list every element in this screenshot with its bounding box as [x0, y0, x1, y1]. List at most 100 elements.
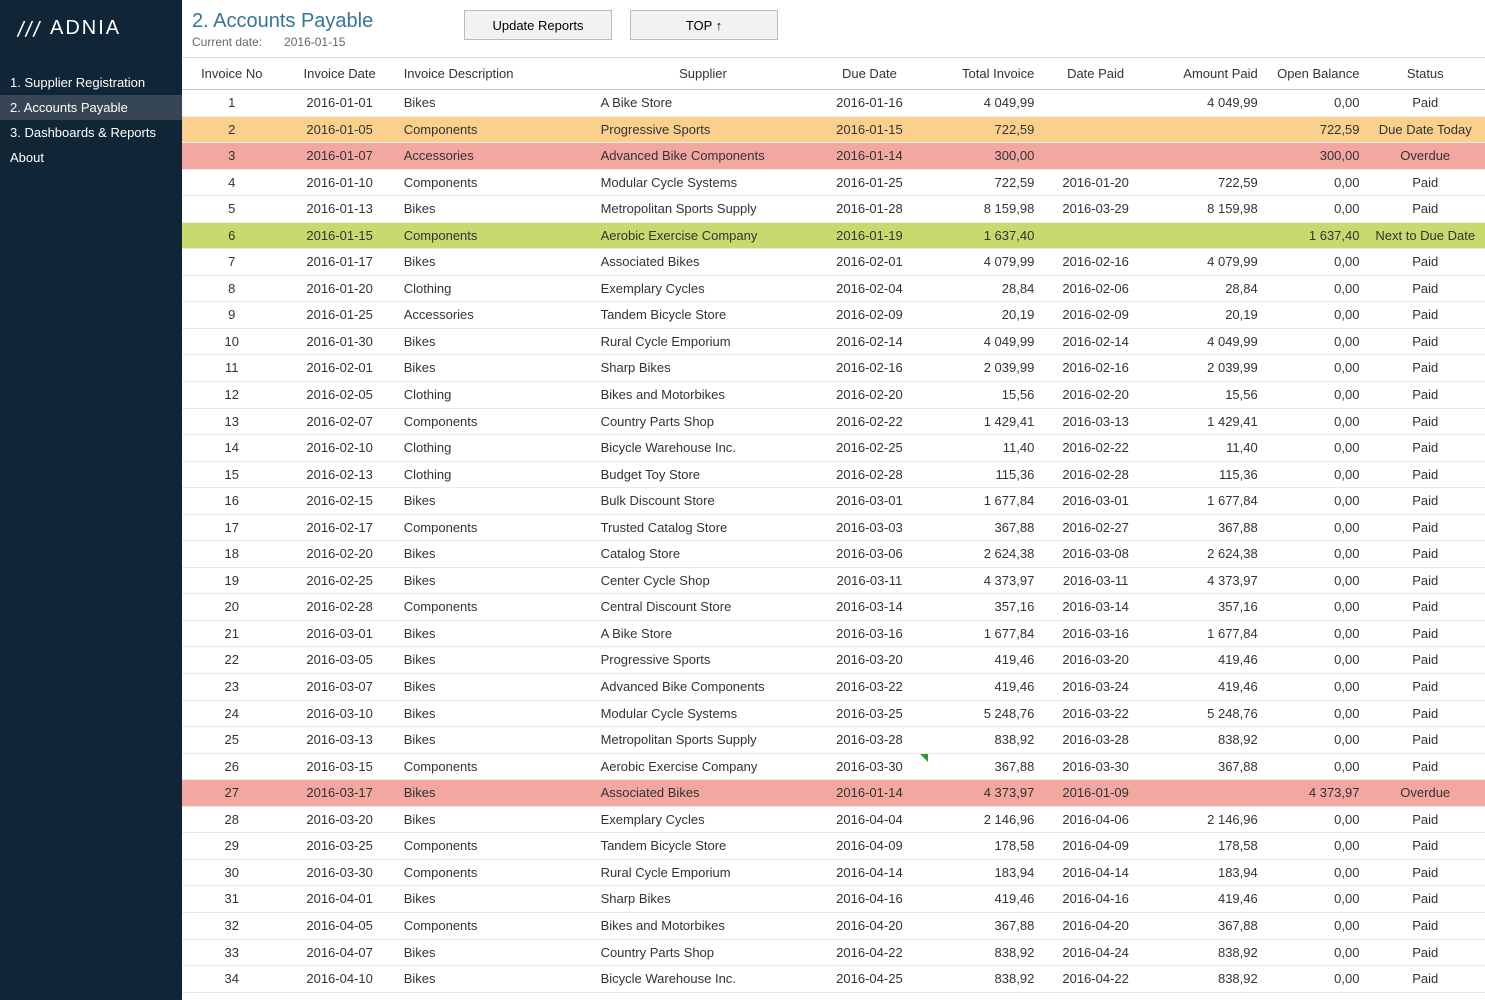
table-row[interactable]: 42016-01-10ComponentsModular Cycle Syste… [182, 169, 1485, 196]
cell-open[interactable]: 0,00 [1264, 567, 1366, 594]
cell-due[interactable]: 2016-02-20 [811, 382, 927, 409]
cell-due[interactable]: 2016-04-20 [811, 912, 927, 939]
cell-open[interactable]: 0,00 [1264, 647, 1366, 674]
cell-no[interactable]: 13 [182, 408, 282, 435]
cell-open[interactable]: 0,00 [1264, 674, 1366, 701]
cell-due[interactable]: 2016-02-16 [811, 355, 927, 382]
cell-open[interactable]: 0,00 [1264, 912, 1366, 939]
cell-supp[interactable]: Metropolitan Sports Supply [595, 196, 812, 223]
cell-supp[interactable]: Country Parts Shop [595, 408, 812, 435]
cell-amtp[interactable]: 357,16 [1151, 594, 1264, 621]
table-row[interactable]: 122016-02-05ClothingBikes and Motorbikes… [182, 382, 1485, 409]
cell-paidd[interactable]: 2016-03-30 [1040, 753, 1151, 780]
cell-open[interactable]: 0,00 [1264, 169, 1366, 196]
cell-open[interactable]: 0,00 [1264, 249, 1366, 276]
cell-no[interactable]: 29 [182, 833, 282, 860]
cell-amtp[interactable]: 367,88 [1151, 753, 1264, 780]
cell-desc[interactable]: Components [398, 514, 595, 541]
cell-no[interactable]: 3 [182, 143, 282, 170]
cell-no[interactable]: 15 [182, 461, 282, 488]
table-row[interactable]: 12016-01-01BikesA Bike Store2016-01-164 … [182, 90, 1485, 117]
col-header-9[interactable]: Status [1365, 58, 1485, 90]
cell-amtp[interactable] [1151, 780, 1264, 807]
cell-supp[interactable]: Progressive Sports [595, 647, 812, 674]
col-header-8[interactable]: Open Balance [1264, 58, 1366, 90]
cell-desc[interactable]: Bikes [398, 647, 595, 674]
cell-amtp[interactable]: 367,88 [1151, 514, 1264, 541]
cell-stat[interactable]: Paid [1365, 514, 1485, 541]
table-row[interactable]: 112016-02-01BikesSharp Bikes2016-02-162 … [182, 355, 1485, 382]
table-row[interactable]: 52016-01-13BikesMetropolitan Sports Supp… [182, 196, 1485, 223]
cell-amtp[interactable]: 28,84 [1151, 275, 1264, 302]
cell-total[interactable]: 2 624,38 [928, 541, 1041, 568]
cell-total[interactable]: 4 049,99 [928, 90, 1041, 117]
cell-stat[interactable]: Paid [1365, 833, 1485, 860]
cell-no[interactable]: 10 [182, 328, 282, 355]
cell-amtp[interactable]: 2 039,99 [1151, 355, 1264, 382]
cell-supp[interactable]: Rural Cycle Emporium [595, 859, 812, 886]
cell-stat[interactable]: Paid [1365, 196, 1485, 223]
col-header-4[interactable]: Due Date [811, 58, 927, 90]
col-header-5[interactable]: Total Invoice [928, 58, 1041, 90]
col-header-6[interactable]: Date Paid [1040, 58, 1151, 90]
cell-supp[interactable]: Sharp Bikes [595, 355, 812, 382]
cell-desc[interactable]: Clothing [398, 275, 595, 302]
cell-paidd[interactable]: 2016-03-16 [1040, 620, 1151, 647]
cell-supp[interactable]: Catalog Store [595, 541, 812, 568]
table-row[interactable]: 332016-04-07BikesCountry Parts Shop2016-… [182, 939, 1485, 966]
cell-idate[interactable]: 2016-04-13 [282, 992, 398, 1000]
cell-no[interactable]: 20 [182, 594, 282, 621]
cell-no[interactable]: 8 [182, 275, 282, 302]
cell-paidd[interactable]: 2016-02-09 [1040, 302, 1151, 329]
cell-idate[interactable]: 2016-01-15 [282, 222, 398, 249]
cell-desc[interactable]: Bikes [398, 620, 595, 647]
cell-amtp[interactable]: 8 159,98 [1151, 196, 1264, 223]
cell-total[interactable]: 1 429,41 [928, 408, 1041, 435]
cell-open[interactable]: 0,00 [1264, 382, 1366, 409]
cell-desc[interactable]: Bikes [398, 992, 595, 1000]
cell-stat[interactable]: Paid [1365, 966, 1485, 993]
cell-amtp[interactable] [1151, 143, 1264, 170]
cell-due[interactable]: 2016-02-04 [811, 275, 927, 302]
cell-total[interactable]: 1 637,40 [928, 222, 1041, 249]
table-row[interactable]: 72016-01-17BikesAssociated Bikes2016-02-… [182, 249, 1485, 276]
cell-stat[interactable]: Paid [1365, 302, 1485, 329]
cell-open[interactable]: 0,00 [1264, 992, 1366, 1000]
cell-stat[interactable]: Paid [1365, 886, 1485, 913]
cell-supp[interactable]: Modular Cycle Systems [595, 169, 812, 196]
cell-due[interactable]: 2016-03-20 [811, 647, 927, 674]
cell-desc[interactable]: Accessories [398, 143, 595, 170]
cell-stat[interactable]: Paid [1365, 567, 1485, 594]
cell-stat[interactable]: Paid [1365, 461, 1485, 488]
cell-paidd[interactable]: 2016-02-16 [1040, 249, 1151, 276]
cell-supp[interactable]: Progressive Sports [595, 116, 812, 143]
cell-amtp[interactable] [1151, 222, 1264, 249]
cell-desc[interactable]: Clothing [398, 461, 595, 488]
cell-supp[interactable]: Bulk Discount Store [595, 488, 812, 515]
cell-due[interactable]: 2016-03-22 [811, 674, 927, 701]
cell-stat[interactable]: Paid [1365, 275, 1485, 302]
cell-desc[interactable]: Bikes [398, 966, 595, 993]
cell-open[interactable]: 0,00 [1264, 541, 1366, 568]
cell-total[interactable]: 367,88 [928, 912, 1041, 939]
sidebar-item-3[interactable]: About [0, 145, 182, 170]
cell-desc[interactable]: Bikes [398, 727, 595, 754]
cell-amtp[interactable]: 178,58 [1151, 833, 1264, 860]
col-header-3[interactable]: Supplier [595, 58, 812, 90]
cell-idate[interactable]: 2016-03-05 [282, 647, 398, 674]
cell-idate[interactable]: 2016-03-07 [282, 674, 398, 701]
cell-stat[interactable]: Paid [1365, 355, 1485, 382]
cell-due[interactable]: 2016-03-11 [811, 567, 927, 594]
cell-supp[interactable]: Advanced Bike Components [595, 143, 812, 170]
cell-total[interactable]: 5 248,76 [928, 700, 1041, 727]
table-row[interactable]: 102016-01-30BikesRural Cycle Emporium201… [182, 328, 1485, 355]
cell-stat[interactable]: Overdue [1365, 780, 1485, 807]
cell-open[interactable]: 1 637,40 [1264, 222, 1366, 249]
cell-due[interactable]: 2016-03-25 [811, 700, 927, 727]
cell-no[interactable]: 27 [182, 780, 282, 807]
cell-no[interactable]: 21 [182, 620, 282, 647]
cell-due[interactable]: 2016-04-22 [811, 939, 927, 966]
cell-total[interactable]: 1 677,84 [928, 488, 1041, 515]
cell-stat[interactable]: Paid [1365, 992, 1485, 1000]
cell-idate[interactable]: 2016-03-20 [282, 806, 398, 833]
